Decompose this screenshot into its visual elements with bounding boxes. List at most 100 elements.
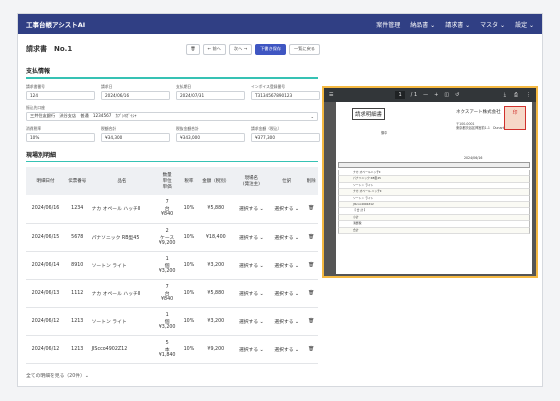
journal-select[interactable]: 選択する ⌄ xyxy=(269,195,305,224)
row-price: ¥3,200 xyxy=(158,268,176,274)
site-select[interactable]: 選択する ⌄ xyxy=(233,307,269,336)
section-divider xyxy=(26,160,318,162)
total-input[interactable]: ¥377,300 xyxy=(251,132,320,142)
zoom-out-icon[interactable]: — xyxy=(423,92,428,98)
row-date: 2024/06/13 xyxy=(26,279,65,308)
field-label: インボイス登録番号 xyxy=(251,83,286,89)
chevron-down-icon: ⌄ xyxy=(310,113,314,119)
site-select[interactable]: 選択する ⌄ xyxy=(233,223,269,252)
row-date: 2024/06/12 xyxy=(26,307,65,336)
row-qty-cell: 5 本 ¥1,840 xyxy=(154,335,180,364)
pdf-viewer[interactable]: ☰ 1 / 1 — + ◫ ↺ ⤓ ⎙ ⋮ 請求明細書 ネクスアート株式会社 〒… xyxy=(322,86,538,278)
row-tax: 10% xyxy=(179,195,198,224)
field-label: 税額合計 xyxy=(101,125,117,131)
print-icon[interactable]: ⎙ xyxy=(514,92,518,98)
nav-master[interactable]: マスタ ⌄ xyxy=(480,20,505,29)
journal-select[interactable]: 選択する ⌄ xyxy=(269,279,305,308)
delete-icon[interactable]: 🗑 xyxy=(304,307,318,336)
col-header: 仕訳 xyxy=(269,167,305,195)
menu-icon[interactable]: ☰ xyxy=(329,92,333,98)
col-header: 品名 xyxy=(89,167,155,195)
journal-select[interactable]: 選択する ⌄ xyxy=(269,251,305,280)
doc-line-text: ソートン ライト xyxy=(353,195,374,200)
app-window: 工事台帳アシストAI 案件管理 納品書 ⌄ 請求書 ⌄ マスタ ⌄ 設定 ⌄ 請… xyxy=(17,13,543,387)
field-label: 請求日 xyxy=(101,83,113,89)
row-item: パナソニック RB型45 xyxy=(89,223,155,252)
row-date: 2024/06/15 xyxy=(26,223,65,252)
journal-select[interactable]: 選択する ⌄ xyxy=(269,335,305,364)
trash-icon[interactable]: 🗑 xyxy=(186,43,200,55)
row-price: ¥1,840 xyxy=(158,352,176,358)
due-date-input[interactable]: 2024/07/31 xyxy=(176,90,245,100)
delete-icon[interactable]: 🗑 xyxy=(304,223,318,252)
bank-account-select[interactable]: 三井住友銀行 渋谷支店 普通 1234567 ｶﾌﾞｼｷｶﾞｲｼｬ ⌄ xyxy=(26,111,318,121)
field-label: 税抜金額合計 xyxy=(176,125,199,131)
row-item: ソートン ライト xyxy=(89,251,155,280)
next-button[interactable]: 次へ → xyxy=(228,43,253,55)
page-count: / 1 xyxy=(410,92,418,98)
col-header: 金額（税別） xyxy=(197,167,234,195)
page-number-input[interactable]: 1 xyxy=(395,91,405,99)
row-amount: ¥5,880 xyxy=(197,195,234,224)
invoice-form: 請求書 No.1 🗑 ← 前へ 次へ → 下書き保存 一覧に戻る 支払情報 請求… xyxy=(26,40,320,380)
field-label: 請求金額（税込） xyxy=(251,125,282,131)
zoom-in-icon[interactable]: + xyxy=(434,92,438,98)
invoice-number-input[interactable]: 124 xyxy=(26,90,95,100)
company-seal: 印 xyxy=(504,106,526,130)
journal-select[interactable]: 選択する ⌄ xyxy=(269,223,305,252)
rotate-icon[interactable]: ↺ xyxy=(455,92,459,98)
col-header: 明細日付 xyxy=(26,167,65,195)
row-price: ¥3,200 xyxy=(158,324,176,330)
nav-settings[interactable]: 設定 ⌄ xyxy=(515,20,534,29)
field-label: 消費税率 xyxy=(26,125,42,131)
journal-select[interactable]: 選択する ⌄ xyxy=(269,307,305,336)
site-select[interactable]: 選択する ⌄ xyxy=(233,251,269,280)
row-amount: ¥3,200 xyxy=(197,307,234,336)
site-select[interactable]: 選択する ⌄ xyxy=(233,279,269,308)
field-label: 支払期日 xyxy=(176,83,192,89)
doc-date: 2024/06/16 xyxy=(464,156,483,160)
field-label: 振込先口座 xyxy=(26,104,45,110)
fit-page-icon[interactable]: ◫ xyxy=(444,92,449,98)
col-header: 伝票番号 xyxy=(64,167,90,195)
row-tax: 10% xyxy=(179,335,198,364)
nav-invoice[interactable]: 請求書 ⌄ xyxy=(445,20,470,29)
invoice-date-input[interactable]: 2024/06/16 xyxy=(101,90,170,100)
doc-recipient: 御中 xyxy=(381,131,388,135)
row-tax: 10% xyxy=(179,251,198,280)
row-amount: ¥18,400 xyxy=(197,223,234,252)
row-slip: 5678 xyxy=(64,223,90,252)
tax-rate-input[interactable]: 10% xyxy=(26,132,95,142)
site-select[interactable]: 選択する ⌄ xyxy=(233,195,269,224)
row-unit: 本 xyxy=(164,347,170,353)
site-select[interactable]: 選択する ⌄ xyxy=(233,335,269,364)
delete-icon[interactable]: 🗑 xyxy=(304,335,318,364)
show-all-link[interactable]: 全ての明細を見る（20件）⌄ xyxy=(26,372,320,379)
pdf-toolbar: ☰ 1 / 1 — + ◫ ↺ ⤓ ⎙ ⋮ xyxy=(324,88,536,102)
doc-rows: ナカ オペールハッチⅡ パナソニック RB型45 ソートン ライト ナカ オペール ハ… xyxy=(338,170,530,234)
app-title: 工事台帳アシストAI xyxy=(26,21,86,29)
back-to-list-button[interactable]: 一覧に戻る xyxy=(289,43,320,55)
nav-projects[interactable]: 案件管理 xyxy=(376,20,400,29)
table-row: 2024/06/16 1234 ナカ オペール ハッチⅡ 7 台 ¥840 10% ¥5,88… xyxy=(26,195,318,224)
delete-icon[interactable]: 🗑 xyxy=(304,195,318,224)
doc-title: 請求明細書 xyxy=(352,108,385,120)
prev-button[interactable]: ← 前へ xyxy=(202,43,226,55)
save-draft-button[interactable]: 下書き保存 xyxy=(255,43,287,55)
table-row: 2024/06/13 1112 ナカ オペール ハッチⅡ 7 台 ¥840 10% ¥5,88… xyxy=(26,279,318,308)
table-row: 2024/06/12 1213 JIScco4902Z12 5 本 ¥1,840 10% ¥9… xyxy=(26,335,318,364)
invoice-registration-input[interactable]: T3134567890123 xyxy=(251,90,320,100)
delete-icon[interactable]: 🗑 xyxy=(304,279,318,308)
delete-icon[interactable]: 🗑 xyxy=(304,251,318,280)
col-header: 現場名 (発注主) xyxy=(233,167,269,195)
row-tax: 10% xyxy=(179,279,198,308)
more-icon[interactable]: ⋮ xyxy=(526,92,531,98)
subtotal-input[interactable]: ¥343,000 xyxy=(176,132,245,142)
table-row: 2024/06/15 5678 パナソニック RB型45 2 ケース ¥9,200 10% ¥… xyxy=(26,223,318,252)
nav-delivery[interactable]: 納品書 ⌄ xyxy=(410,20,435,29)
row-amount: ¥3,200 xyxy=(197,251,234,280)
row-date: 2024/06/14 xyxy=(26,251,65,280)
tax-total-input[interactable]: ¥34,300 xyxy=(101,132,170,142)
download-icon[interactable]: ⤓ xyxy=(504,92,506,98)
row-slip: 1234 xyxy=(64,195,90,224)
